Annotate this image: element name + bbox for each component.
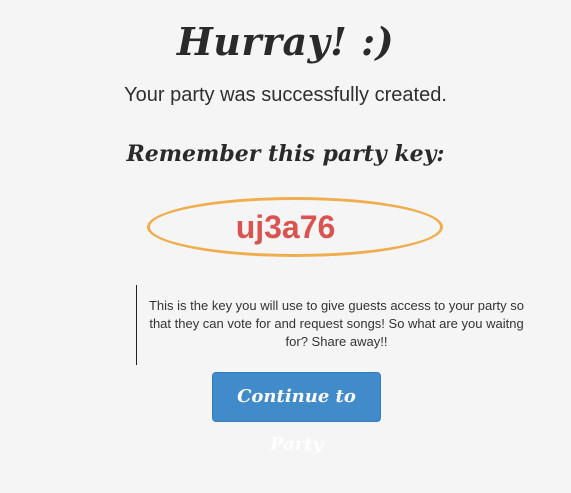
continue-to-party-button[interactable]: Continue to Party — [212, 372, 381, 455]
success-message: Your party was successfully created. — [124, 84, 447, 106]
party-key-label: Remember this party key: — [126, 141, 445, 167]
party-created-page: Hurray! :) Your party was successfully c… — [0, 0, 571, 493]
info-blockquote: This is the key you will use to give gue… — [136, 285, 536, 365]
party-key-value: uj3a76 — [235, 209, 336, 245]
page-title: Hurray! :) — [176, 19, 395, 64]
info-text: This is the key you will use to give gue… — [148, 298, 524, 349]
